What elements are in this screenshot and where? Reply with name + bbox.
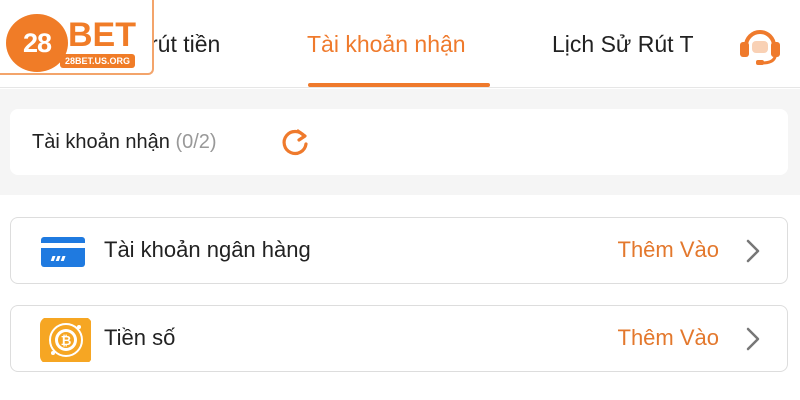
active-tab-indicator xyxy=(308,83,490,87)
receiving-accounts-count: (0/2) xyxy=(175,131,217,153)
add-crypto-wallet-button[interactable]: Thêm Vào xyxy=(618,306,720,370)
crypto-label: Tiền số xyxy=(104,325,176,350)
add-bank-account-button[interactable]: Thêm Vào xyxy=(618,218,720,282)
svg-text:₿: ₿ xyxy=(61,334,72,349)
refresh-icon[interactable] xyxy=(280,127,310,157)
tab-receiving-accounts[interactable]: Tài khoản nhận xyxy=(307,0,466,88)
chevron-right-icon xyxy=(746,239,760,263)
brand-logo[interactable]: 28 BET 28BET.US.ORG xyxy=(0,0,154,75)
add-crypto-wallet-row[interactable]: ₿ Tiền số Thêm Vào xyxy=(10,305,788,372)
logo-url: 28BET.US.ORG xyxy=(60,54,136,68)
add-bank-account-row[interactable]: Tài khoản ngân hàng Thêm Vào xyxy=(10,217,788,284)
logo-word: BET xyxy=(68,16,136,54)
tab-withdraw-history[interactable]: Lịch Sử Rút T xyxy=(552,0,714,88)
bank-account-label: Tài khoản ngân hàng xyxy=(104,237,311,262)
customer-support-button[interactable] xyxy=(736,22,784,66)
logo-number: 28 xyxy=(6,14,68,72)
headset-icon xyxy=(740,30,780,65)
chevron-right-icon xyxy=(746,327,760,351)
withdraw-page: rút tiền Tài khoản nhận Lịch Sử Rút T 28… xyxy=(0,0,800,400)
bank-card-icon xyxy=(41,237,85,267)
receiving-accounts-card: Tài khoản nhận (0/2) xyxy=(10,109,788,175)
receiving-accounts-label: Tài khoản nhận xyxy=(32,131,170,153)
tab-withdraw[interactable]: rút tiền xyxy=(150,0,220,88)
receiving-accounts-title: Tài khoản nhận (0/2) xyxy=(32,109,217,175)
bitcoin-coin-icon: ₿ xyxy=(40,318,91,362)
accounts-summary-section: Tài khoản nhận (0/2) xyxy=(0,89,800,195)
